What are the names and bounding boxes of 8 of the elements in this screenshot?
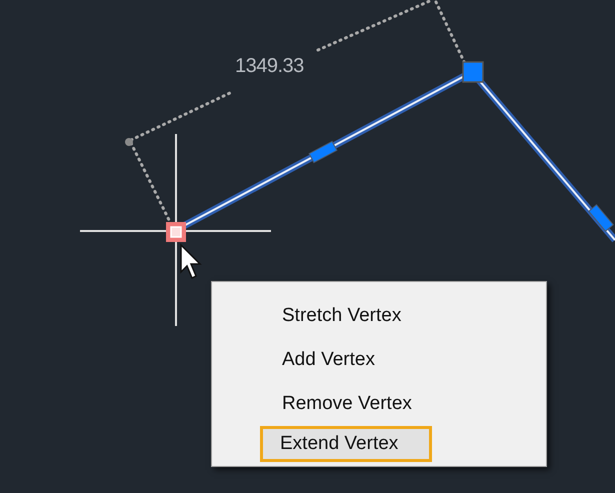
dimension-value: 1349.33 bbox=[235, 54, 304, 79]
vertex-grip[interactable] bbox=[462, 61, 484, 83]
menu-item[interactable]: Extend Vertex bbox=[260, 426, 432, 462]
selected-vertex-grip[interactable] bbox=[166, 222, 186, 242]
menu-item[interactable]: Add Vertex bbox=[263, 338, 435, 382]
cursor-icon bbox=[180, 243, 202, 280]
menu-item[interactable]: Remove Vertex bbox=[263, 382, 435, 426]
menu-item[interactable]: Stretch Vertex bbox=[263, 294, 435, 338]
